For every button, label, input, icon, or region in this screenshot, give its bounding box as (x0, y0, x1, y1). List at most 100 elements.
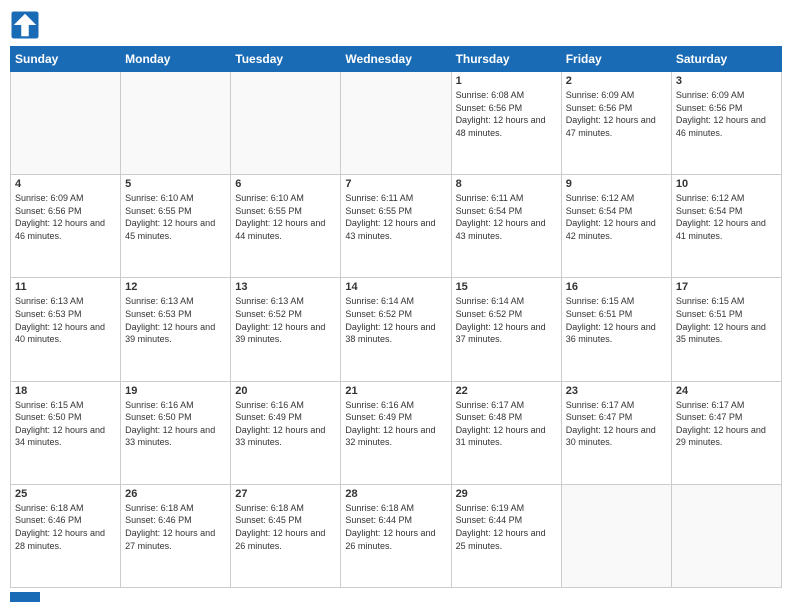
day-number: 3 (676, 75, 777, 87)
day-number: 14 (345, 281, 446, 293)
day-number: 1 (456, 75, 557, 87)
logo (10, 10, 44, 40)
footer (10, 592, 782, 602)
table-row: 29 Sunrise: 6:19 AM Sunset: 6:44 PM Dayli… (451, 484, 561, 587)
day-info: Sunrise: 6:18 AM Sunset: 6:44 PM Dayligh… (345, 502, 446, 552)
day-number: 29 (456, 488, 557, 500)
table-row: 21 Sunrise: 6:16 AM Sunset: 6:49 PM Dayli… (341, 381, 451, 484)
header (10, 10, 782, 40)
day-number: 10 (676, 178, 777, 190)
day-info: Sunrise: 6:12 AM Sunset: 6:54 PM Dayligh… (676, 192, 777, 242)
day-info: Sunrise: 6:11 AM Sunset: 6:54 PM Dayligh… (456, 192, 557, 242)
day-number: 5 (125, 178, 226, 190)
page: SundayMondayTuesdayWednesdayThursdayFrid… (0, 0, 792, 612)
day-info: Sunrise: 6:16 AM Sunset: 6:50 PM Dayligh… (125, 399, 226, 449)
table-row: 11Sunrise: 6:13 AM Sunset: 6:53 PM Dayli… (11, 278, 121, 381)
header-sunday: Sunday (11, 47, 121, 72)
table-row (231, 72, 341, 175)
week-row-4: 25 Sunrise: 6:18 AM Sunset: 6:46 PM Dayli… (11, 484, 782, 587)
table-row (671, 484, 781, 587)
day-info: Sunrise: 6:10 AM Sunset: 6:55 PM Dayligh… (125, 192, 226, 242)
day-number: 7 (345, 178, 446, 190)
table-row: 24 Sunrise: 6:17 AM Sunset: 6:47 PM Dayli… (671, 381, 781, 484)
day-number: 24 (676, 385, 777, 397)
day-info: Sunrise: 6:09 AM Sunset: 6:56 PM Dayligh… (566, 89, 667, 139)
day-info: Sunrise: 6:19 AM Sunset: 6:44 PM Dayligh… (456, 502, 557, 552)
day-number: 25 (15, 488, 116, 500)
table-row: 6 Sunrise: 6:10 AM Sunset: 6:55 PM Daylig… (231, 175, 341, 278)
day-info: Sunrise: 6:17 AM Sunset: 6:47 PM Dayligh… (566, 399, 667, 449)
calendar-table: SundayMondayTuesdayWednesdayThursdayFrid… (10, 46, 782, 588)
day-info: Sunrise: 6:13 AM Sunset: 6:53 PM Dayligh… (125, 295, 226, 345)
day-info: Sunrise: 6:12 AM Sunset: 6:54 PM Dayligh… (566, 192, 667, 242)
table-row: 23 Sunrise: 6:17 AM Sunset: 6:47 PM Dayli… (561, 381, 671, 484)
daylight-bar-icon (10, 592, 40, 602)
day-number: 15 (456, 281, 557, 293)
table-row (561, 484, 671, 587)
calendar-header: SundayMondayTuesdayWednesdayThursdayFrid… (11, 47, 782, 72)
day-number: 27 (235, 488, 336, 500)
day-number: 23 (566, 385, 667, 397)
table-row: 16 Sunrise: 6:15 AM Sunset: 6:51 PM Dayli… (561, 278, 671, 381)
logo-icon (10, 10, 40, 40)
table-row: 12 Sunrise: 6:13 AM Sunset: 6:53 PM Dayli… (121, 278, 231, 381)
day-info: Sunrise: 6:15 AM Sunset: 6:51 PM Dayligh… (566, 295, 667, 345)
day-info: Sunrise: 6:11 AM Sunset: 6:55 PM Dayligh… (345, 192, 446, 242)
day-number: 11 (15, 281, 116, 293)
table-row: 7 Sunrise: 6:11 AM Sunset: 6:55 PM Daylig… (341, 175, 451, 278)
day-number: 18 (15, 385, 116, 397)
day-number: 19 (125, 385, 226, 397)
table-row: 3 Sunrise: 6:09 AM Sunset: 6:56 PM Daylig… (671, 72, 781, 175)
header-thursday: Thursday (451, 47, 561, 72)
day-number: 28 (345, 488, 446, 500)
day-info: Sunrise: 6:18 AM Sunset: 6:45 PM Dayligh… (235, 502, 336, 552)
table-row (341, 72, 451, 175)
week-row-3: 18 Sunrise: 6:15 AM Sunset: 6:50 PM Dayli… (11, 381, 782, 484)
day-number: 12 (125, 281, 226, 293)
calendar-body: 1 Sunrise: 6:08 AM Sunset: 6:56 PM Daylig… (11, 72, 782, 588)
day-info: Sunrise: 6:09 AM Sunset: 6:56 PM Dayligh… (15, 192, 116, 242)
day-number: 9 (566, 178, 667, 190)
header-row: SundayMondayTuesdayWednesdayThursdayFrid… (11, 47, 782, 72)
week-row-0: 1 Sunrise: 6:08 AM Sunset: 6:56 PM Daylig… (11, 72, 782, 175)
day-number: 22 (456, 385, 557, 397)
day-info: Sunrise: 6:18 AM Sunset: 6:46 PM Dayligh… (125, 502, 226, 552)
table-row: 8 Sunrise: 6:11 AM Sunset: 6:54 PM Daylig… (451, 175, 561, 278)
day-info: Sunrise: 6:16 AM Sunset: 6:49 PM Dayligh… (345, 399, 446, 449)
day-number: 8 (456, 178, 557, 190)
table-row: 19 Sunrise: 6:16 AM Sunset: 6:50 PM Dayli… (121, 381, 231, 484)
header-wednesday: Wednesday (341, 47, 451, 72)
table-row: 28 Sunrise: 6:18 AM Sunset: 6:44 PM Dayli… (341, 484, 451, 587)
day-number: 20 (235, 385, 336, 397)
table-row: 17 Sunrise: 6:15 AM Sunset: 6:51 PM Dayli… (671, 278, 781, 381)
day-number: 16 (566, 281, 667, 293)
day-info: Sunrise: 6:14 AM Sunset: 6:52 PM Dayligh… (345, 295, 446, 345)
header-tuesday: Tuesday (231, 47, 341, 72)
table-row: 13 Sunrise: 6:13 AM Sunset: 6:52 PM Dayli… (231, 278, 341, 381)
day-info: Sunrise: 6:13 AM Sunset: 6:52 PM Dayligh… (235, 295, 336, 345)
day-number: 13 (235, 281, 336, 293)
day-number: 2 (566, 75, 667, 87)
day-info: Sunrise: 6:16 AM Sunset: 6:49 PM Dayligh… (235, 399, 336, 449)
header-saturday: Saturday (671, 47, 781, 72)
day-number: 6 (235, 178, 336, 190)
day-info: Sunrise: 6:17 AM Sunset: 6:47 PM Dayligh… (676, 399, 777, 449)
day-info: Sunrise: 6:15 AM Sunset: 6:51 PM Dayligh… (676, 295, 777, 345)
table-row: 14 Sunrise: 6:14 AM Sunset: 6:52 PM Dayli… (341, 278, 451, 381)
day-info: Sunrise: 6:10 AM Sunset: 6:55 PM Dayligh… (235, 192, 336, 242)
table-row: 5 Sunrise: 6:10 AM Sunset: 6:55 PM Daylig… (121, 175, 231, 278)
table-row: 9 Sunrise: 6:12 AM Sunset: 6:54 PM Daylig… (561, 175, 671, 278)
day-info: Sunrise: 6:15 AM Sunset: 6:50 PM Dayligh… (15, 399, 116, 449)
table-row: 15Sunrise: 6:14 AM Sunset: 6:52 PM Dayli… (451, 278, 561, 381)
day-info: Sunrise: 6:08 AM Sunset: 6:56 PM Dayligh… (456, 89, 557, 139)
header-friday: Friday (561, 47, 671, 72)
table-row: 2 Sunrise: 6:09 AM Sunset: 6:56 PM Daylig… (561, 72, 671, 175)
week-row-1: 4Sunrise: 6:09 AM Sunset: 6:56 PM Daylig… (11, 175, 782, 278)
day-number: 26 (125, 488, 226, 500)
header-monday: Monday (121, 47, 231, 72)
table-row: 4Sunrise: 6:09 AM Sunset: 6:56 PM Daylig… (11, 175, 121, 278)
day-info: Sunrise: 6:09 AM Sunset: 6:56 PM Dayligh… (676, 89, 777, 139)
day-number: 17 (676, 281, 777, 293)
day-number: 21 (345, 385, 446, 397)
week-row-2: 11 Sunrise: 6:13 AM Sunset: 6:53 PM Dayli… (11, 278, 782, 381)
